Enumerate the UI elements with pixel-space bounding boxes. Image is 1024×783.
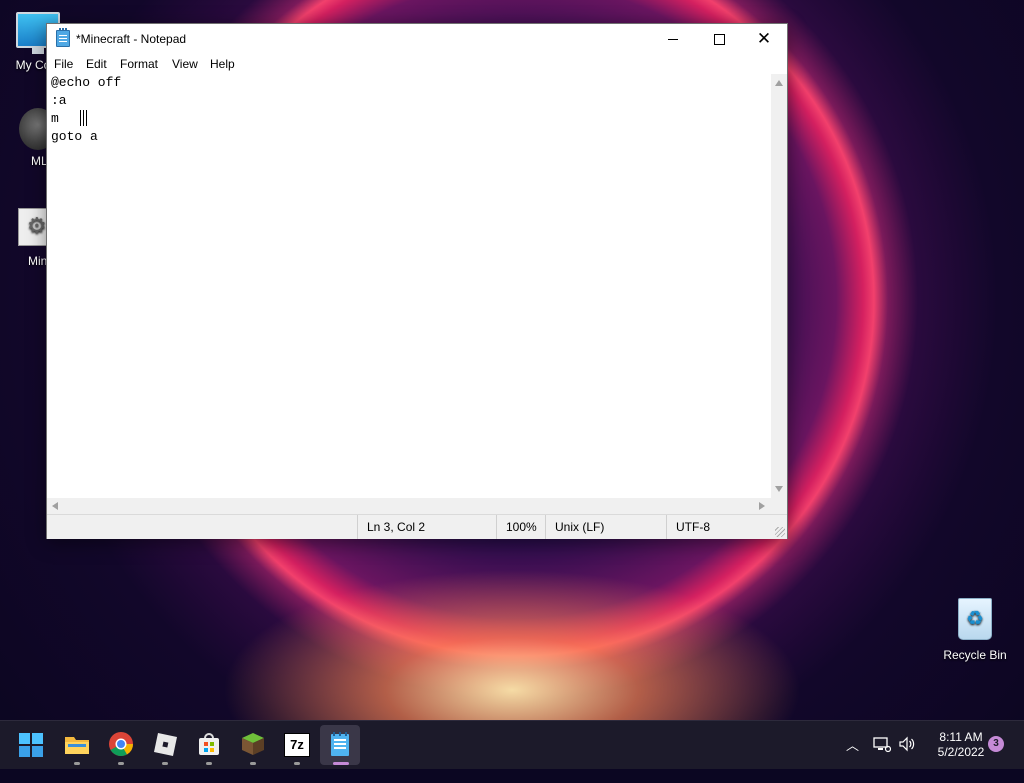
desktop-icon-label: Recycle Bin xyxy=(943,648,1007,662)
chevron-up-icon: ︿ xyxy=(846,738,860,753)
minimize-icon xyxy=(668,38,678,40)
active-indicator xyxy=(333,762,349,765)
scrollbar-corner xyxy=(771,498,787,514)
menu-bar: File Edit Format View Help xyxy=(47,54,787,74)
store-icon xyxy=(199,733,219,755)
7zip-button[interactable]: 7z xyxy=(284,731,310,757)
chrome-button[interactable] xyxy=(108,731,134,757)
speaker-icon xyxy=(899,736,915,752)
text-editor[interactable]: @echo off :a m goto a xyxy=(47,74,771,498)
notepad-window: *Minecraft - Notepad ✕ File Edit Format … xyxy=(46,23,788,539)
text-line: goto a xyxy=(51,129,98,144)
volume-button[interactable] xyxy=(898,735,916,783)
show-hidden-icons-button[interactable]: ︿ xyxy=(846,735,859,783)
text-line: :a xyxy=(51,93,67,108)
close-button[interactable]: ✕ xyxy=(741,24,787,54)
status-zoom: 100% xyxy=(496,515,546,539)
clock-time: 8:11 AM xyxy=(939,730,983,744)
scroll-up-arrow-icon[interactable] xyxy=(775,80,783,86)
running-indicator xyxy=(162,762,168,765)
text-line: m xyxy=(51,111,59,126)
running-indicator xyxy=(206,762,212,765)
status-line-ending: Unix (LF) xyxy=(545,515,667,539)
maximize-button[interactable] xyxy=(696,24,742,54)
network-icon xyxy=(873,737,892,753)
menu-file[interactable]: File xyxy=(54,57,73,71)
recycle-bin-icon: ♻ xyxy=(958,598,992,640)
notification-badge[interactable]: 3 xyxy=(988,736,1004,752)
status-bar: Ln 3, Col 2 100% Unix (LF) UTF-8 xyxy=(47,514,787,539)
text-line: @echo off xyxy=(51,75,122,90)
text-cursor-icon xyxy=(80,110,87,126)
running-indicator xyxy=(118,762,124,765)
notepad-icon xyxy=(331,732,349,756)
network-button[interactable] xyxy=(873,735,892,783)
menu-view[interactable]: View xyxy=(172,57,198,71)
minecraft-icon xyxy=(242,733,264,755)
clock[interactable]: 8:11 AM 5/2/2022 xyxy=(930,730,992,760)
windows-logo-icon xyxy=(19,733,43,757)
title-bar[interactable]: *Minecraft - Notepad ✕ xyxy=(47,24,787,54)
scroll-down-arrow-icon[interactable] xyxy=(775,486,783,492)
menu-edit[interactable]: Edit xyxy=(86,57,107,71)
7zip-icon: 7z xyxy=(284,733,310,757)
vertical-scrollbar[interactable] xyxy=(771,74,787,498)
roblox-button[interactable] xyxy=(152,731,178,757)
minecraft-button[interactable] xyxy=(240,731,266,757)
status-position: Ln 3, Col 2 xyxy=(357,515,497,539)
running-indicator xyxy=(250,762,256,765)
scroll-left-arrow-icon[interactable] xyxy=(52,502,58,510)
maximize-icon xyxy=(713,33,725,45)
close-icon: ✕ xyxy=(756,29,772,48)
start-button[interactable] xyxy=(19,733,43,757)
running-indicator xyxy=(74,762,80,765)
status-encoding: UTF-8 xyxy=(666,515,776,539)
roblox-icon xyxy=(154,733,177,756)
notepad-icon xyxy=(56,28,70,47)
horizontal-scrollbar[interactable] xyxy=(47,498,771,514)
chrome-icon xyxy=(109,732,133,757)
notepad-taskbar-button[interactable] xyxy=(329,731,355,757)
resize-grip-icon[interactable] xyxy=(775,527,785,537)
store-button[interactable] xyxy=(196,731,222,757)
clock-date: 5/2/2022 xyxy=(937,745,985,759)
desktop-icon-recycle-bin[interactable]: ♻ Recycle Bin xyxy=(935,598,1015,662)
window-title: *Minecraft - Notepad xyxy=(76,32,187,46)
menu-format[interactable]: Format xyxy=(120,57,158,71)
folder-icon xyxy=(65,737,89,754)
taskbar: 7z ︿ 8:11 AM 5/2/2022 xyxy=(0,720,1024,769)
file-explorer-button[interactable] xyxy=(64,731,90,757)
menu-help[interactable]: Help xyxy=(210,57,235,71)
scroll-right-arrow-icon[interactable] xyxy=(759,502,765,510)
running-indicator xyxy=(294,762,300,765)
minimize-button[interactable] xyxy=(650,24,696,54)
